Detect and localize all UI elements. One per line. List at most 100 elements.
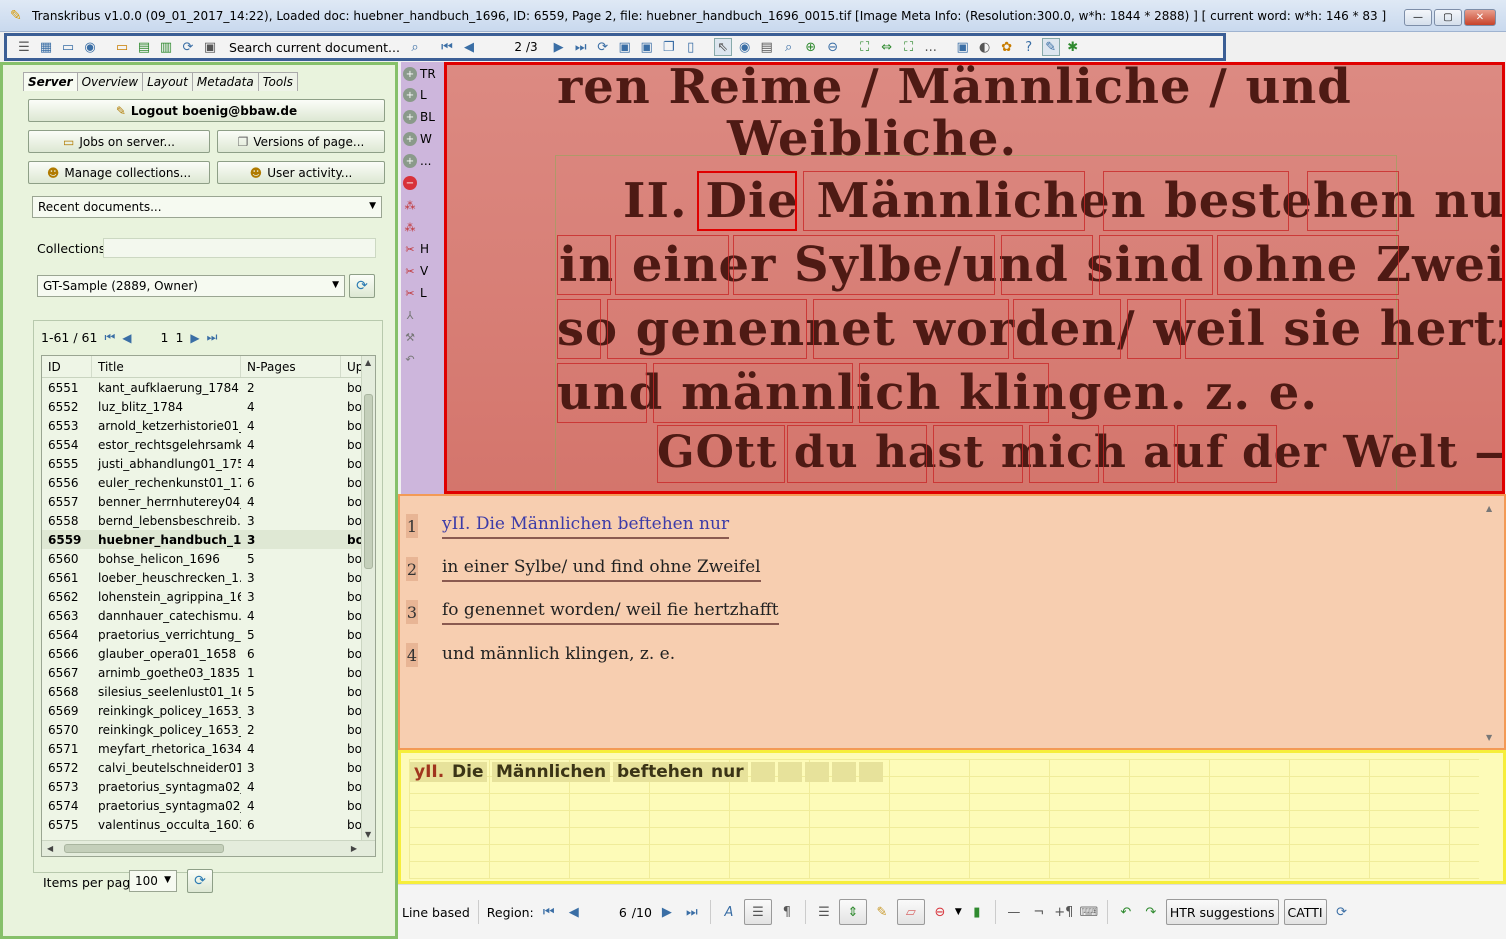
- last-region-icon[interactable]: ⏭: [682, 905, 702, 920]
- user-activity-button[interactable]: ☻ User activity...: [217, 161, 385, 184]
- refresh-icon[interactable]: ⟳: [1332, 905, 1352, 920]
- table-row[interactable]: 6562 lohenstein_agrippina_16... 3 bo: [42, 587, 362, 606]
- column-n-pages[interactable]: N-Pages: [241, 356, 341, 377]
- word-box[interactable]: [1103, 171, 1289, 231]
- line-text[interactable]: yII. Die Männlichen beftehen nur: [442, 514, 730, 539]
- word-cell[interactable]: yII.: [410, 762, 449, 782]
- prev-page-icon[interactable]: ◀: [122, 331, 131, 345]
- word-box[interactable]: [657, 425, 785, 483]
- save-as-icon[interactable]: ▣: [638, 38, 656, 56]
- search-label[interactable]: Search current document...: [229, 40, 400, 55]
- recent-documents-select[interactable]: Recent documents... ▼: [32, 196, 382, 218]
- word-cell-empty[interactable]: [832, 762, 856, 782]
- word-cell-empty[interactable]: [778, 762, 802, 782]
- word-cell[interactable]: nur: [707, 762, 748, 782]
- word-box[interactable]: [1029, 425, 1099, 483]
- search-icon[interactable]: ⌕: [406, 38, 424, 56]
- import-folder-icon[interactable]: ▤: [135, 38, 153, 56]
- add-line-tool[interactable]: + L: [403, 88, 427, 102]
- refresh-documents-button[interactable]: ⟳: [187, 869, 213, 893]
- transcription-line[interactable]: 1 yII. Die Männlichen beftehen nur: [406, 511, 730, 541]
- word-box[interactable]: [653, 363, 853, 423]
- htr-suggestions-button[interactable]: HTR suggestions: [1165, 899, 1279, 925]
- zoom-icon[interactable]: ⌕: [780, 38, 798, 56]
- eye-icon[interactable]: ◉: [736, 38, 754, 56]
- edit-mode-icon[interactable]: ✎: [1041, 38, 1060, 56]
- word-box[interactable]: [1099, 235, 1213, 295]
- add-point-tool[interactable]: ⁂: [403, 198, 417, 212]
- zoom-out-icon[interactable]: ⊖: [824, 38, 842, 56]
- word-box[interactable]: [787, 425, 927, 483]
- book-icon[interactable]: ▮: [967, 905, 987, 920]
- tab-layout[interactable]: Layout: [142, 72, 193, 91]
- remove-shape-tool[interactable]: −: [403, 176, 417, 190]
- word-box[interactable]: [557, 299, 601, 359]
- word-box[interactable]: [813, 299, 1009, 359]
- scroll-down-icon[interactable]: ▼: [1486, 733, 1492, 742]
- word-box[interactable]: [1217, 235, 1399, 295]
- table-row[interactable]: 6572 calvi_beutelschneider01... 3 bo: [42, 758, 362, 777]
- dash-icon[interactable]: —: [1004, 905, 1024, 920]
- word-cell[interactable]: Die: [448, 762, 488, 782]
- mode-label[interactable]: Line based: [402, 905, 470, 920]
- palette-icon[interactable]: ✿: [998, 38, 1016, 56]
- merge-tool[interactable]: ⅄: [403, 308, 417, 322]
- zoom-in-icon[interactable]: ⊕: [802, 38, 820, 56]
- scroll-thumb[interactable]: [64, 844, 224, 853]
- tab-tools[interactable]: Tools: [257, 72, 298, 91]
- word-box[interactable]: [1177, 425, 1277, 483]
- menu-icon[interactable]: ☰: [15, 38, 33, 56]
- undo-icon[interactable]: ↶: [1116, 905, 1136, 920]
- word-cell-empty[interactable]: [805, 762, 829, 782]
- selection-tool-icon[interactable]: ⇖: [713, 38, 732, 56]
- line-text[interactable]: fo genennet worden/ weil fie hertzhafft: [442, 600, 779, 625]
- word-box[interactable]: [607, 299, 807, 359]
- word-box[interactable]: [1103, 425, 1175, 483]
- table-row[interactable]: 6566 glauber_opera01_1658 6 bo: [42, 644, 362, 663]
- tab-metadata[interactable]: Metadata: [191, 72, 259, 91]
- items-per-page-select[interactable]: 100 ▼: [129, 870, 177, 892]
- fit-height-icon[interactable]: ⛶: [900, 38, 918, 56]
- first-page-icon[interactable]: ⏮: [104, 330, 115, 345]
- first-region-icon[interactable]: ⏮: [539, 905, 559, 920]
- logout-button[interactable]: ✎ Logout boenig@bbaw.de: [28, 99, 385, 122]
- scroll-thumb[interactable]: [364, 394, 373, 569]
- transcription-editor[interactable]: 1 yII. Die Männlichen beftehen nur 2 in …: [398, 494, 1506, 750]
- pager-page[interactable]: 1: [160, 330, 168, 345]
- column-uploader[interactable]: Up: [341, 356, 363, 377]
- table-row[interactable]: 6555 justi_abhandlung01_1758 4 bo: [42, 454, 362, 473]
- undo-tool[interactable]: ↶: [403, 352, 417, 366]
- word-box[interactable]: [1185, 299, 1399, 359]
- page-image-canvas[interactable]: ren Reime / Männliche / und Weibliche. I…: [444, 62, 1505, 494]
- align-icon[interactable]: ☰: [814, 905, 834, 920]
- monitor-icon[interactable]: ▭: [59, 38, 77, 56]
- tab-overview[interactable]: Overview: [76, 72, 144, 91]
- refresh-collections-button[interactable]: ⟳: [349, 274, 375, 298]
- word-box[interactable]: [1001, 235, 1093, 295]
- copy-icon[interactable]: ❐: [660, 38, 678, 56]
- remove-point-tool[interactable]: ⁂: [403, 220, 417, 234]
- add-baseline-tool[interactable]: + BL: [403, 110, 435, 124]
- word-box[interactable]: [859, 363, 1049, 423]
- help-icon[interactable]: ?: [1020, 38, 1038, 56]
- save-icon[interactable]: ▣: [616, 38, 634, 56]
- versions-button[interactable]: ❐ Versions of page...: [217, 130, 385, 153]
- split-horizontal-tool[interactable]: ✂ H: [403, 242, 429, 256]
- table-row[interactable]: 6557 benner_herrnhuterey04_... 4 bo: [42, 492, 362, 511]
- word-cell[interactable]: Männlichen: [492, 762, 611, 782]
- table-row[interactable]: 6574 praetorius_syntagma02_... 4 bo: [42, 796, 362, 815]
- transcription-line[interactable]: 2 in einer Sylbe/ und find ohne Zweifel: [406, 554, 761, 584]
- table-row[interactable]: 6551 kant_aufklaerung_1784 2 bo: [42, 378, 362, 397]
- transcription-line[interactable]: 3 fo genennet worden/ weil fie hertzhaff…: [406, 597, 779, 627]
- bug-icon[interactable]: ✱: [1064, 38, 1082, 56]
- open-folder-icon[interactable]: ▭: [113, 38, 131, 56]
- chevron-down-icon[interactable]: ▼: [955, 907, 962, 917]
- scroll-left-icon[interactable]: ◀: [47, 844, 53, 853]
- repair-tool[interactable]: ⚒: [403, 330, 417, 344]
- word-box[interactable]: [615, 235, 729, 295]
- next-region-icon[interactable]: ▶: [657, 905, 677, 920]
- minimize-button[interactable]: —: [1404, 9, 1432, 26]
- table-row[interactable]: 6558 bernd_lebensbeschreib... 3 bo: [42, 511, 362, 530]
- table-row[interactable]: 6568 silesius_seelenlust01_1657 5 bo: [42, 682, 362, 701]
- keyboard-icon[interactable]: ⌨: [1079, 905, 1099, 920]
